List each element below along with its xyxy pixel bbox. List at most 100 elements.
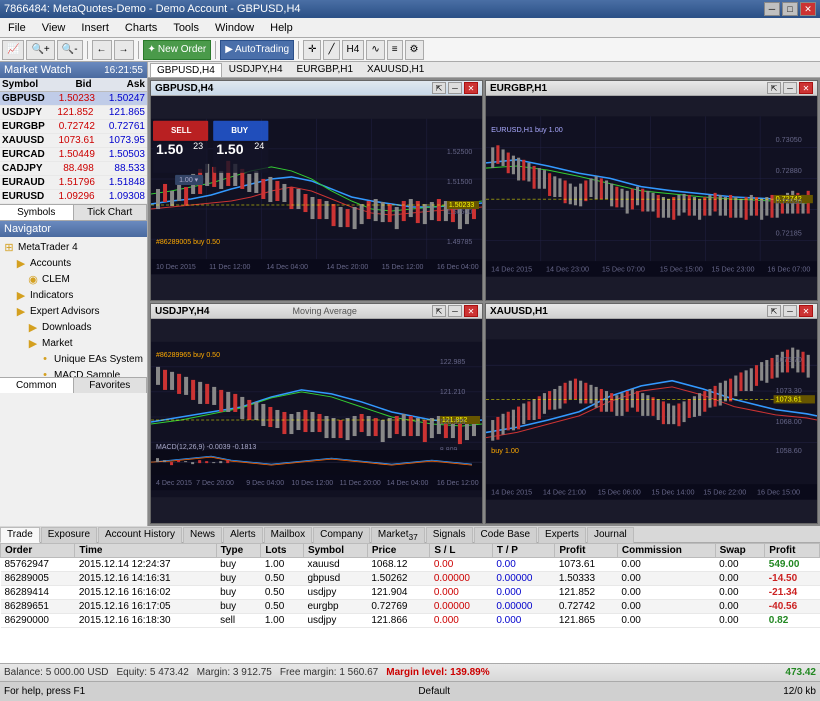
- terminal-tab-alerts[interactable]: Alerts: [223, 527, 263, 543]
- maximize-button[interactable]: □: [782, 2, 798, 16]
- gbpusd-close-btn[interactable]: ✕: [464, 82, 478, 94]
- usdjpy-minimize-btn[interactable]: ─: [448, 305, 462, 317]
- menu-tools[interactable]: Tools: [169, 21, 203, 35]
- terminal-tab-company[interactable]: Company: [313, 527, 370, 543]
- toolbar-sep-2: [138, 41, 139, 59]
- order-lots: 1.00: [261, 614, 304, 628]
- eurgbp-close-btn[interactable]: ✕: [799, 82, 813, 94]
- usdjpy-close-btn[interactable]: ✕: [464, 305, 478, 317]
- order-row[interactable]: 86290000 2015.12.16 16:18:30 sell 1.00 u…: [1, 614, 820, 628]
- template-button[interactable]: ≡: [387, 40, 403, 60]
- market-watch-row[interactable]: USDJPY 121.852 121.865: [0, 106, 147, 120]
- terminal-tab-trade[interactable]: Trade: [0, 527, 40, 543]
- order-type: buy: [216, 600, 261, 614]
- market-watch-row[interactable]: CADJPY 88.498 88.533: [0, 162, 147, 176]
- zoom-out-button[interactable]: 🔍-: [57, 40, 83, 60]
- terminal-tab-mailbox[interactable]: Mailbox: [264, 527, 312, 543]
- tab-common[interactable]: Common: [0, 378, 74, 393]
- xauusd-minimize-btn[interactable]: ─: [783, 305, 797, 317]
- nav-item-accounts[interactable]: ▶ Accounts: [2, 255, 145, 271]
- xauusd-detach-btn[interactable]: ⇱: [767, 305, 781, 317]
- menu-help[interactable]: Help: [266, 21, 297, 35]
- market-watch-row[interactable]: EURCAD 1.50449 1.50503: [0, 148, 147, 162]
- nav-label: CLEM: [42, 274, 70, 285]
- new-order-button[interactable]: ✦ New Order: [143, 40, 212, 60]
- market-watch-row[interactable]: EURUSD 1.09296 1.09308: [0, 190, 147, 204]
- svg-text:10 Dec 12:00: 10 Dec 12:00: [291, 480, 333, 487]
- svg-text:#86289005 buy 0.50: #86289005 buy 0.50: [156, 239, 220, 246]
- tab-favorites[interactable]: Favorites: [74, 378, 148, 393]
- forward-button[interactable]: →: [114, 40, 134, 60]
- market-watch-panel: Market Watch 16:21:55 Symbol Bid Ask GBP…: [0, 62, 147, 221]
- menu-insert[interactable]: Insert: [77, 21, 113, 35]
- crosshair-button[interactable]: ✛: [303, 40, 321, 60]
- svg-text:14 Dec 2015: 14 Dec 2015: [491, 487, 532, 496]
- terminal-tab-exposure[interactable]: Exposure: [41, 527, 97, 543]
- order-row[interactable]: 86289005 2015.12.16 14:16:31 buy 0.50 gb…: [1, 572, 820, 586]
- terminal-tab-history[interactable]: Account History: [98, 527, 182, 543]
- minimize-button[interactable]: ─: [764, 2, 780, 16]
- period-button[interactable]: H4: [342, 40, 365, 60]
- eurgbp-minimize-btn[interactable]: ─: [783, 82, 797, 94]
- gbpusd-detach-btn[interactable]: ⇱: [432, 82, 446, 94]
- nav-item-macd-sample[interactable]: • MACD Sample: [2, 367, 145, 377]
- new-chart-button[interactable]: 📈: [2, 40, 24, 60]
- eurgbp-detach-btn[interactable]: ⇱: [767, 82, 781, 94]
- order-row[interactable]: 85762947 2015.12.14 12:24:37 buy 1.00 xa…: [1, 558, 820, 572]
- chart-tab-gbpusd[interactable]: GBPUSD,H4: [150, 63, 222, 77]
- svg-text:0.72530: 0.72530: [776, 197, 802, 206]
- market-watch-row[interactable]: XAUUSD 1073.61 1073.95: [0, 134, 147, 148]
- terminal-tab-row: Trade Exposure Account History News Aler…: [0, 526, 820, 543]
- terminal-tab-signals[interactable]: Signals: [426, 527, 473, 543]
- terminal-tab-news[interactable]: News: [183, 527, 222, 543]
- order-row[interactable]: 86289651 2015.12.16 16:17:05 buy 0.50 eu…: [1, 600, 820, 614]
- order-swap: 0.00: [715, 600, 765, 614]
- properties-button[interactable]: ⚙: [405, 40, 424, 60]
- market-watch-header: Market Watch 16:21:55: [0, 62, 147, 78]
- menu-window[interactable]: Window: [211, 21, 258, 35]
- order-type: buy: [216, 586, 261, 600]
- indicator-button[interactable]: ∿: [366, 40, 384, 60]
- nav-item-clem[interactable]: ◉ CLEM: [2, 271, 145, 287]
- gbpusd-minimize-btn[interactable]: ─: [448, 82, 462, 94]
- chart-tab-usdjpy[interactable]: USDJPY,H4: [222, 62, 290, 77]
- market-watch-row[interactable]: EURGBP 0.72742 0.72761: [0, 120, 147, 134]
- nav-item-market[interactable]: ▶ Market: [2, 335, 145, 351]
- eurgbp-chart-title: EURGBP,H1: [490, 83, 547, 94]
- tab-tick-chart[interactable]: Tick Chart: [74, 205, 148, 220]
- nav-item-unique-eas-system-0[interactable]: • Unique EAs System 0: [2, 351, 145, 367]
- close-button[interactable]: ✕: [800, 2, 816, 16]
- auto-trading-button[interactable]: ▶ AutoTrading: [220, 40, 294, 60]
- menu-file[interactable]: File: [4, 21, 30, 35]
- xauusd-chart-header: XAUUSD,H1 ⇱ ─ ✕: [486, 304, 817, 319]
- menu-view[interactable]: View: [38, 21, 70, 35]
- order-pnl: -40.56: [765, 600, 820, 614]
- nav-item-metatrader-4[interactable]: ⊞ MetaTrader 4: [2, 239, 145, 255]
- market-watch-row[interactable]: EURAUD 1.51796 1.51848: [0, 176, 147, 190]
- market-watch-row[interactable]: GBPUSD 1.50233 1.50247: [0, 92, 147, 106]
- terminal-tab-experts[interactable]: Experts: [538, 527, 586, 543]
- terminal-tab-market[interactable]: Market37: [371, 527, 425, 543]
- tab-symbols[interactable]: Symbols: [0, 205, 74, 220]
- charts-top-row: GBPUSD,H4 ⇱ ─ ✕: [150, 80, 818, 301]
- gbpusd-chart-controls: ⇱ ─ ✕: [432, 82, 478, 94]
- svg-text:9 Dec 04:00: 9 Dec 04:00: [246, 480, 284, 487]
- menu-charts[interactable]: Charts: [121, 21, 161, 35]
- nav-item-indicators[interactable]: ▶ Indicators: [2, 287, 145, 303]
- chart-tab-xauusd[interactable]: XAUUSD,H1: [360, 62, 431, 77]
- order-time: 2015.12.16 16:16:02: [75, 586, 216, 600]
- nav-item-downloads[interactable]: ▶ Downloads: [2, 319, 145, 335]
- terminal-tab-journal[interactable]: Journal: [587, 527, 634, 543]
- svg-text:10 Dec 2015: 10 Dec 2015: [156, 264, 196, 271]
- usdjpy-detach-btn[interactable]: ⇱: [432, 305, 446, 317]
- xauusd-close-btn[interactable]: ✕: [799, 305, 813, 317]
- toolbar-sep-1: [87, 41, 88, 59]
- chart-tab-eurgbp[interactable]: EURGBP,H1: [290, 62, 361, 77]
- terminal-tab-codebase[interactable]: Code Base: [474, 527, 537, 543]
- order-row[interactable]: 86289414 2015.12.16 16:16:02 buy 0.50 us…: [1, 586, 820, 600]
- nav-item-expert-advisors[interactable]: ▶ Expert Advisors: [2, 303, 145, 319]
- order-symbol: usdjpy: [303, 614, 367, 628]
- zoom-in-button[interactable]: 🔍+: [26, 40, 54, 60]
- back-button[interactable]: ←: [92, 40, 112, 60]
- line-tool-button[interactable]: ╱: [323, 40, 339, 60]
